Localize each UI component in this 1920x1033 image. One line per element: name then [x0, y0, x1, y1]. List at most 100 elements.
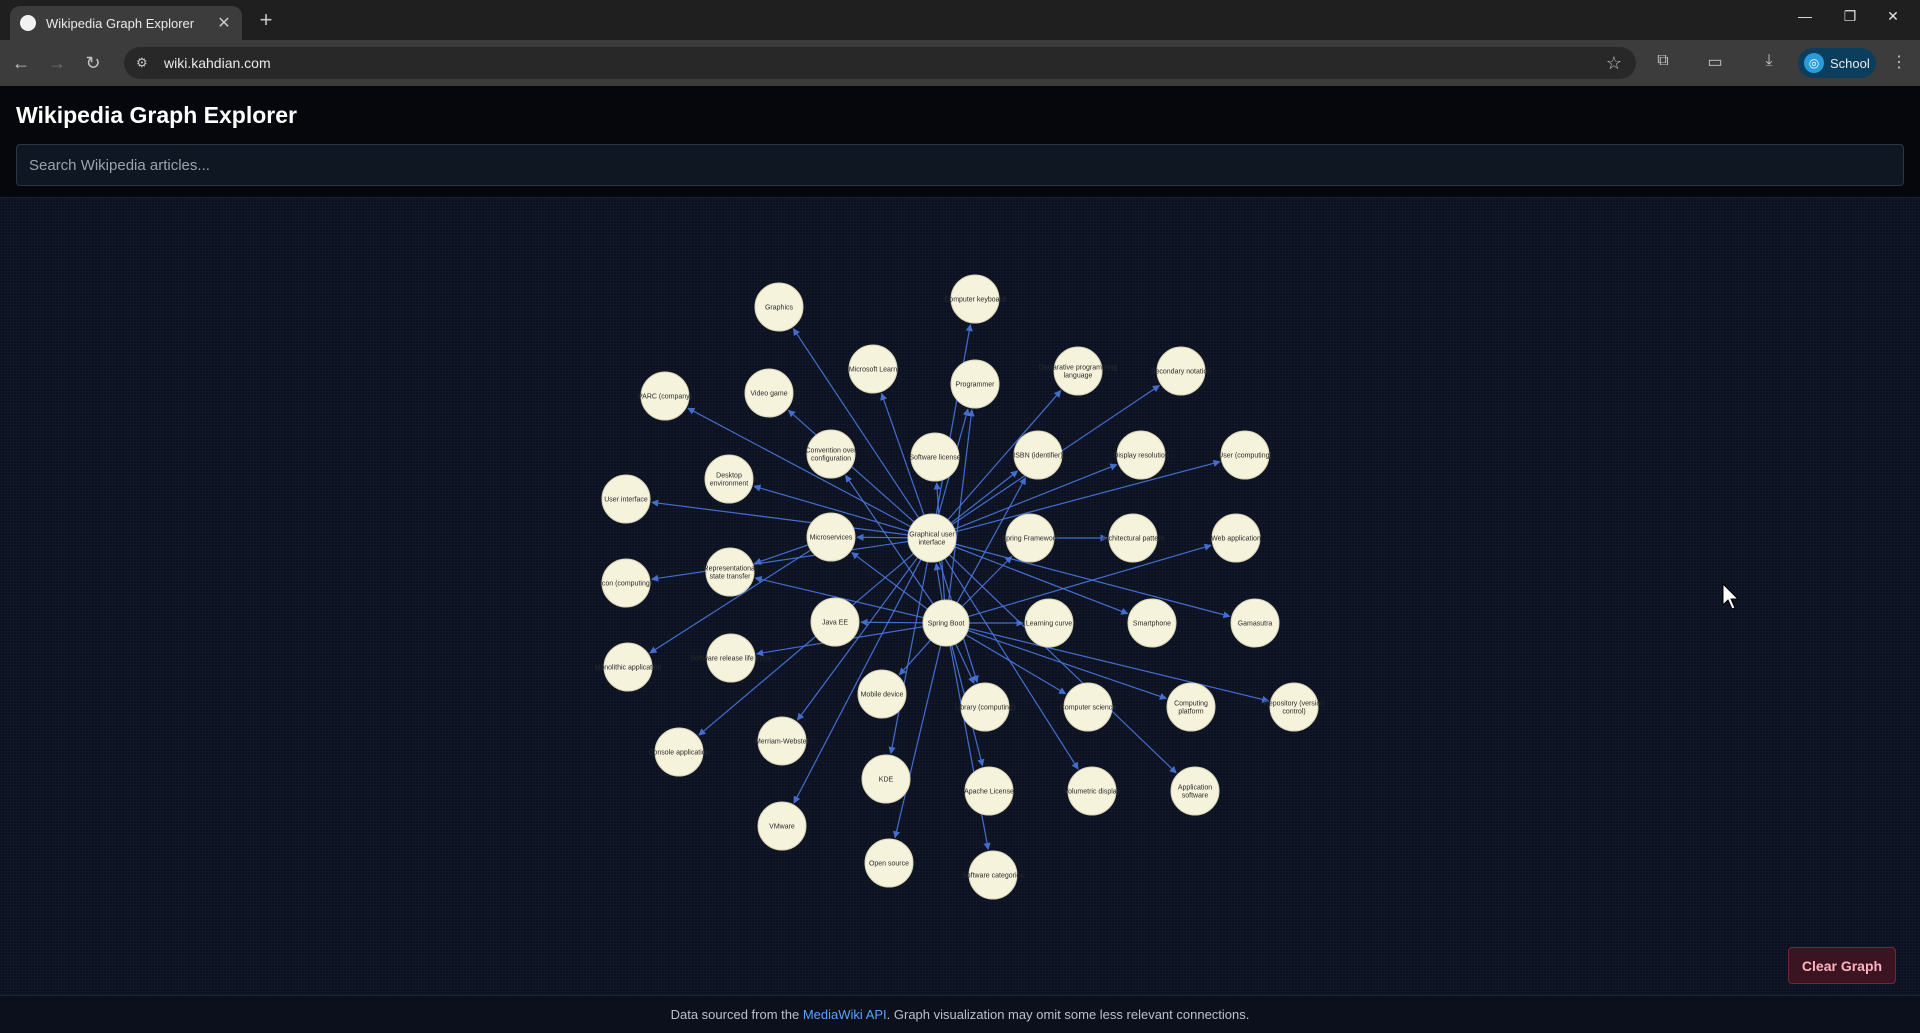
- graph-node-label: Smartphone: [1133, 621, 1171, 628]
- graph-node-label: platform: [1178, 709, 1203, 716]
- graph-node-icon[interactable]: Icon (computing): [600, 558, 652, 608]
- graph-node-architectural[interactable]: Architectural pattern: [1102, 513, 1165, 563]
- graph-node-compsci[interactable]: Computer science: [1060, 682, 1117, 732]
- graph-node-label: Computing: [1174, 701, 1208, 708]
- close-window-icon[interactable]: ✕: [1878, 8, 1908, 25]
- clear-graph-button[interactable]: Clear Graph: [1788, 947, 1896, 984]
- graph-node-softcat[interactable]: Software categories: [962, 850, 1024, 900]
- graph-node-label: Gamasutra: [1238, 621, 1273, 628]
- graph-node-label: Application: [1178, 785, 1212, 792]
- graph-node-label: Icon (computing): [600, 581, 652, 588]
- graph-node-ui[interactable]: User interface: [601, 474, 651, 524]
- graph-edge-gui-microservices: [856, 533, 909, 541]
- graph-node-console[interactable]: Console application: [648, 727, 710, 777]
- menu-kebab-icon[interactable]: ⋮: [1888, 52, 1910, 72]
- graph-node-webapp[interactable]: Web application: [1211, 513, 1261, 563]
- graph-node-parc[interactable]: PARC (company): [638, 371, 692, 421]
- mediawiki-api-link[interactable]: MediaWiki API: [803, 1007, 887, 1022]
- graph-node-kde[interactable]: KDE: [861, 754, 911, 804]
- graph-node-desktop[interactable]: Desktopenvironment: [704, 454, 754, 504]
- graph-node-platform[interactable]: Computingplatform: [1166, 682, 1216, 732]
- graph-node-appsoft[interactable]: Applicationsoftware: [1170, 766, 1220, 816]
- graph-node-programmer[interactable]: Programmer: [950, 359, 1000, 409]
- graph-node-label: Microservices: [810, 535, 853, 542]
- graph-node-label: Graphics: [765, 305, 794, 312]
- graph-node-label: state transfer: [710, 574, 752, 581]
- profile-button[interactable]: ◎ School: [1798, 48, 1876, 78]
- graph-node-label: Programmer: [956, 382, 996, 389]
- graph-node-usercomp[interactable]: User (computing): [1218, 430, 1272, 480]
- forward-icon[interactable]: →: [46, 52, 68, 74]
- graph-node-label: Architectural pattern: [1102, 536, 1165, 543]
- graph-node-mobile[interactable]: Mobile device: [857, 669, 907, 719]
- graph-node-videogame[interactable]: Video game: [744, 368, 794, 418]
- graph-node-label: KDE: [879, 777, 894, 784]
- graph-node-mslearn[interactable]: Microsoft Learn: [848, 344, 898, 394]
- new-tab-button[interactable]: +: [254, 8, 278, 32]
- bookmark-star-icon[interactable]: ☆: [1606, 53, 1622, 74]
- graph-edge-gui-icon: [651, 540, 909, 582]
- graph-node-secondary[interactable]: Secondary notation: [1151, 346, 1211, 396]
- graph-node-library[interactable]: Library (computing): [955, 682, 1015, 732]
- graph-edge-springboot-javaee: [860, 618, 924, 626]
- browser-tab[interactable]: Wikipedia Graph Explorer ✕: [10, 6, 242, 40]
- extensions-icon[interactable]: ⧉: [1652, 52, 1674, 70]
- graph-node-declarative[interactable]: Declarative programminglanguage: [1039, 346, 1117, 396]
- footer-suffix: . Graph visualization may omit some less…: [886, 1007, 1250, 1022]
- graph-node-microservices[interactable]: Microservices: [806, 512, 856, 562]
- graph-node-opensource[interactable]: Open source: [864, 838, 914, 888]
- graph-node-volumetric[interactable]: Volumetric display: [1064, 766, 1121, 816]
- graph-node-javaee[interactable]: Java EE: [810, 597, 860, 647]
- cast-icon[interactable]: ▭: [1704, 52, 1726, 72]
- graph-node-label: ISBN (identifier): [1013, 453, 1062, 460]
- graph-node-label: Software release life cycle: [690, 656, 771, 663]
- graph-svg[interactable]: Graphical userinterface Spring Boot Micros…: [0, 198, 1920, 995]
- graph-node-merriam[interactable]: Merriam-Webster: [755, 716, 810, 766]
- site-info-icon[interactable]: ⚙: [136, 55, 156, 71]
- graph-node-label: User interface: [604, 497, 648, 504]
- graph-node-label: Microsoft Learn: [849, 367, 897, 374]
- footer-prefix: Data sourced from the: [670, 1007, 803, 1022]
- graph-node-label: configuration: [811, 456, 851, 463]
- graph-node-smartphone[interactable]: Smartphone: [1127, 598, 1177, 648]
- graph-node-label: Display resolution: [1113, 453, 1168, 460]
- graph-edge-springboot-opensource: [893, 645, 942, 839]
- search-input[interactable]: [16, 144, 1904, 186]
- graph-node-label: environment: [710, 481, 749, 488]
- graph-edge-springboot-mobile: [898, 639, 932, 676]
- graph-node-springframework[interactable]: Spring Framework: [1001, 513, 1059, 563]
- graph-node-gui[interactable]: Graphical userinterface: [907, 513, 957, 563]
- graph-node-graphics[interactable]: Graphics: [754, 282, 804, 332]
- address-bar[interactable]: ⚙ wiki.kahdian.com ☆: [124, 47, 1636, 79]
- graph-node-springboot[interactable]: Spring Boot: [922, 599, 970, 647]
- restore-icon[interactable]: ❐: [1835, 8, 1865, 25]
- graph-nodes: Graphical userinterface Spring Boot Micros…: [595, 274, 1324, 900]
- graph-node-monolithic[interactable]: Monolithic application: [595, 642, 662, 692]
- graph-node-isbn[interactable]: ISBN (identifier): [1013, 430, 1063, 480]
- profile-avatar-icon: ◎: [1804, 53, 1824, 73]
- graph-canvas[interactable]: Graphical user interface Spring Boot Micros…: [0, 198, 1920, 995]
- graph-node-lifecycle[interactable]: Software release life cycle: [690, 633, 772, 683]
- graph-node-repository[interactable]: Repository (versioncontrol): [1264, 682, 1324, 732]
- minimize-icon[interactable]: —: [1790, 8, 1820, 24]
- graph-node-label: Computer keyboard: [944, 297, 1006, 304]
- graph-node-rest[interactable]: Representationalstate transfer: [704, 547, 757, 597]
- graph-node-vmware[interactable]: VMware: [757, 801, 807, 851]
- reload-icon[interactable]: ↻: [82, 52, 104, 74]
- page-title: Wikipedia Graph Explorer: [16, 102, 297, 128]
- graph-node-learning[interactable]: Learning curve: [1024, 598, 1074, 648]
- close-tab-icon[interactable]: ✕: [216, 13, 232, 33]
- url-text: wiki.kahdian.com: [164, 55, 271, 71]
- graph-node-label: Apache License: [964, 789, 1014, 796]
- graph-node-apache[interactable]: Apache License: [964, 766, 1014, 816]
- graph-node-license[interactable]: Software license: [909, 432, 961, 482]
- graph-node-label: Video game: [750, 391, 787, 398]
- graph-node-label: VMware: [769, 824, 795, 831]
- download-icon[interactable]: ⤓: [1758, 52, 1780, 70]
- graph-node-keyboard[interactable]: Computer keyboard: [944, 274, 1006, 324]
- graph-node-resolution[interactable]: Display resolution: [1113, 430, 1169, 480]
- back-icon[interactable]: ←: [10, 52, 32, 74]
- graph-node-convention[interactable]: Convention overconfiguration: [806, 429, 858, 479]
- graph-node-gamasutra[interactable]: Gamasutra: [1230, 598, 1280, 648]
- browser-tab-bar: Wikipedia Graph Explorer ✕ + — ❐ ✕: [0, 0, 1920, 40]
